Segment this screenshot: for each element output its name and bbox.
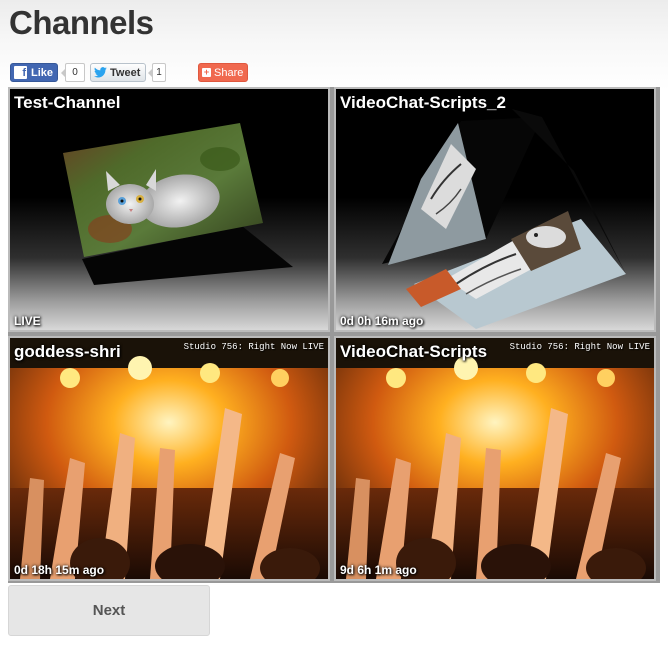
- facebook-like-count: 0: [61, 63, 85, 82]
- channel-status: 0d 0h 16m ago: [340, 314, 424, 328]
- rotating-cube-cat-image: [63, 123, 293, 285]
- channel-grid: Test-Channel LIVE VideoChat-Scripts_2 0d…: [8, 87, 660, 583]
- channel-tile-goddess-shri[interactable]: Studio 756: Right Now LIVE goddess-shri …: [8, 336, 330, 581]
- facebook-like-label: Like: [31, 66, 54, 79]
- share-button[interactable]: + Share: [198, 63, 248, 82]
- channel-status: 9d 6h 1m ago: [340, 563, 417, 577]
- channel-tile-videochat-scripts[interactable]: Studio 756: Right Now LIVE VideoChat-Scr…: [334, 336, 656, 581]
- page-title: Channels: [9, 4, 154, 41]
- share-label: Share: [214, 66, 244, 79]
- channel-tile-videochat-scripts-2[interactable]: VideoChat-Scripts_2 0d 0h 16m ago: [334, 87, 656, 332]
- stream-watermark: Studio 756: Right Now LIVE: [509, 342, 650, 352]
- tweet-label: Tweet: [110, 66, 141, 79]
- plus-icon: +: [202, 67, 211, 77]
- rotating-cube-cat-drawings: [382, 109, 626, 329]
- concert-crowd-image: [336, 338, 654, 579]
- stream-watermark: Studio 756: Right Now LIVE: [183, 342, 324, 352]
- channel-name: goddess-shri: [14, 342, 121, 361]
- facebook-like-button[interactable]: f Like: [10, 63, 58, 82]
- channel-status: LIVE: [14, 314, 41, 328]
- channel-name: VideoChat-Scripts: [340, 342, 488, 361]
- tweet-button[interactable]: Tweet: [90, 63, 146, 82]
- channel-name: VideoChat-Scripts_2: [340, 93, 506, 112]
- channel-tile-test-channel[interactable]: Test-Channel LIVE: [8, 87, 330, 332]
- tweet-count: 1: [148, 63, 166, 82]
- twitter-bird-icon: [94, 67, 107, 79]
- facebook-f-icon: f: [14, 66, 27, 79]
- channel-status: 0d 18h 15m ago: [14, 563, 105, 577]
- next-page-button[interactable]: Next: [8, 585, 210, 636]
- concert-crowd-image: [10, 338, 328, 579]
- channel-name: Test-Channel: [14, 93, 121, 112]
